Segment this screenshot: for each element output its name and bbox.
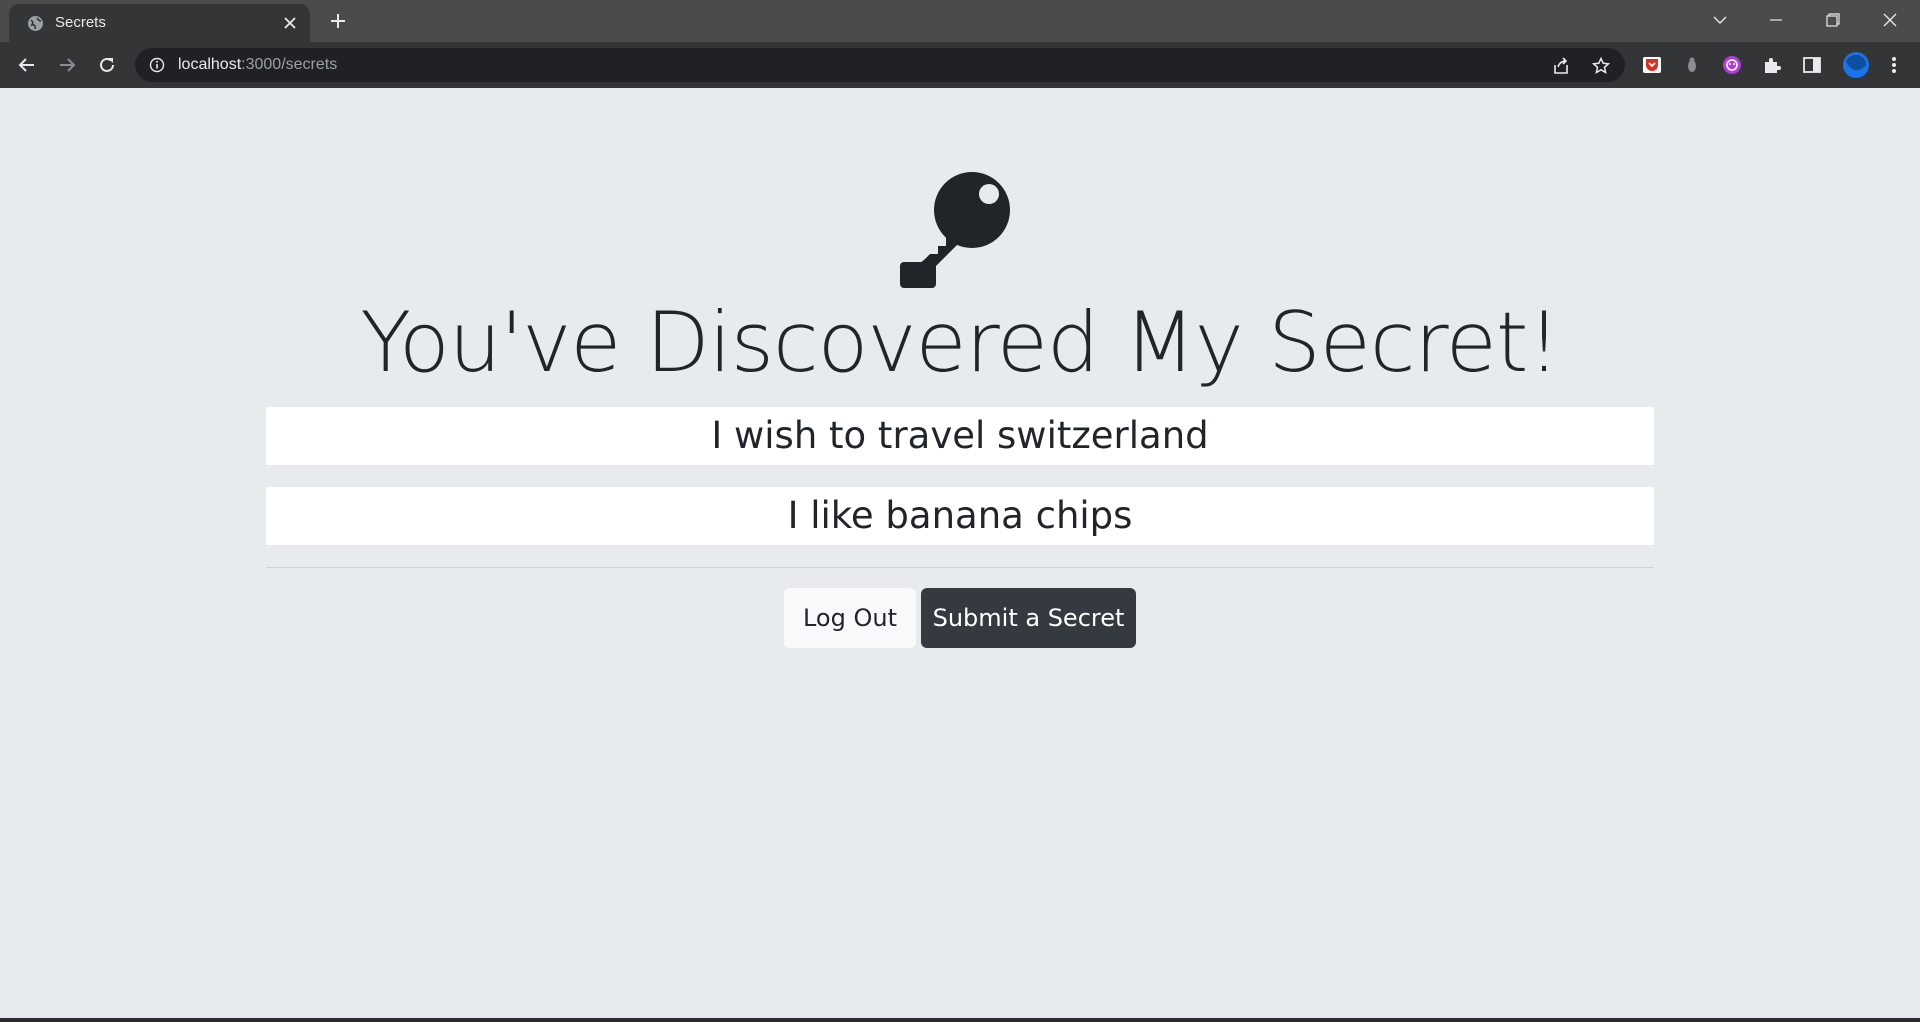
browser-toolbar: localhost:3000/secrets (0, 42, 1920, 88)
globe-icon (27, 15, 44, 32)
restore-icon[interactable] (1815, 6, 1851, 34)
address-bar[interactable]: localhost:3000/secrets (135, 48, 1625, 82)
url-text: localhost:3000/secrets (178, 56, 337, 74)
star-icon[interactable] (1590, 55, 1612, 77)
profile-avatar-icon[interactable] (1840, 52, 1872, 78)
browser-titlebar: Secrets (0, 0, 1920, 42)
purple-extension-icon[interactable] (1720, 53, 1744, 77)
back-icon[interactable] (14, 52, 40, 78)
puzzle-icon[interactable] (1760, 53, 1784, 77)
side-panel-icon[interactable] (1800, 53, 1824, 77)
chevron-down-icon[interactable] (1702, 6, 1738, 34)
page-title: You've Discovered My Secret! (360, 294, 1560, 391)
forward-icon[interactable] (54, 52, 80, 78)
browser-tab[interactable]: Secrets (9, 4, 310, 42)
menu-dots-icon[interactable] (1882, 53, 1906, 77)
logout-button[interactable]: Log Out (784, 588, 916, 648)
reload-icon[interactable] (94, 52, 120, 78)
url-path: :3000/secrets (241, 56, 338, 73)
info-icon[interactable] (149, 57, 165, 73)
url-host: localhost (178, 56, 242, 73)
extension-dot-icon[interactable] (1680, 53, 1704, 77)
share-icon[interactable] (1550, 55, 1572, 77)
pocket-extension-icon[interactable] (1640, 53, 1664, 77)
divider (266, 567, 1654, 568)
minimize-icon[interactable] (1758, 6, 1794, 34)
secret-card: I like banana chips (266, 487, 1654, 545)
page-content: You've Discovered My Secret! I wish to t… (0, 88, 1920, 1020)
key-icon (900, 168, 1020, 288)
secret-card: I wish to travel switzerland (266, 407, 1654, 465)
window-bottom-border (0, 1018, 1920, 1022)
plus-icon[interactable] (326, 9, 350, 33)
tab-title: Secrets (55, 14, 106, 31)
close-icon[interactable] (280, 13, 300, 33)
submit-secret-button[interactable]: Submit a Secret (921, 588, 1136, 648)
window-close-icon[interactable] (1872, 6, 1908, 34)
